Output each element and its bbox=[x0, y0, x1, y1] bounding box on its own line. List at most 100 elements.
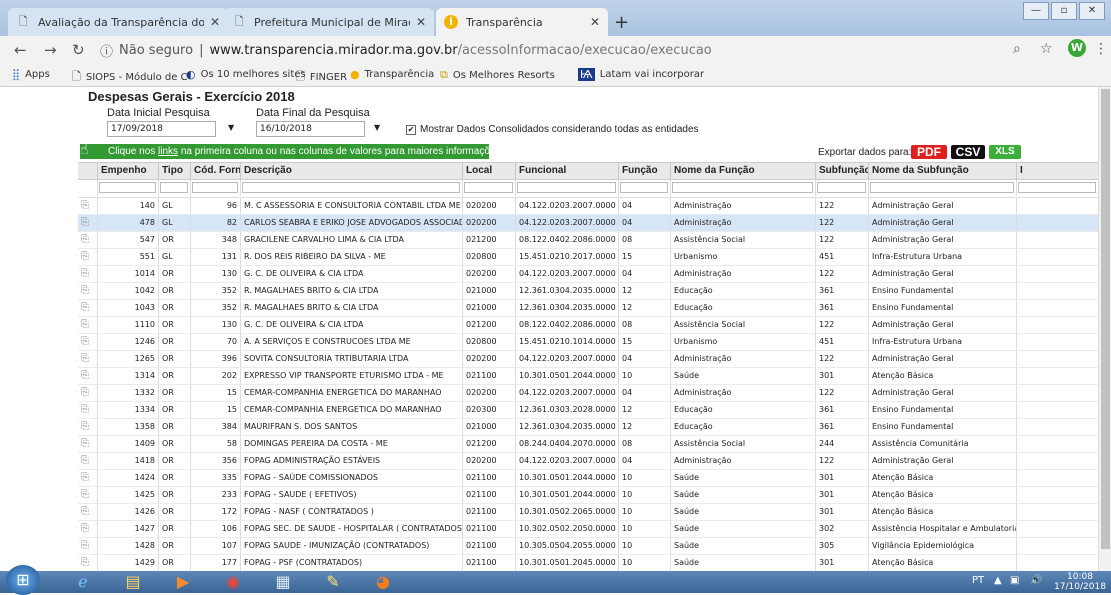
bookmark-siops[interactable]: 🗋 SIOPS - Módulo de C bbox=[72, 68, 188, 87]
document-link-icon[interactable]: ⎘ bbox=[78, 283, 98, 299]
cell-empenho[interactable]: 1426 bbox=[98, 504, 159, 520]
bookmark-resorts[interactable]: ⧉ Os Melhores Resorts bbox=[440, 68, 555, 82]
new-tab-button[interactable]: + bbox=[614, 12, 629, 33]
scrollbar-thumb[interactable] bbox=[1101, 89, 1110, 549]
filter-next[interactable] bbox=[1018, 182, 1096, 193]
cell-empenho[interactable]: 1014 bbox=[98, 266, 159, 282]
table-row[interactable]: ⎘ 1042 OR 352 R. MAGALHAES BRITO & CIA LTDA 0… bbox=[78, 283, 1098, 300]
start-date-field[interactable]: 17/09/2018 bbox=[107, 121, 216, 137]
vertical-scrollbar[interactable] bbox=[1098, 87, 1111, 571]
document-link-icon[interactable]: ⎘ bbox=[78, 538, 98, 554]
export-xls-button[interactable]: XLS bbox=[989, 145, 1021, 159]
document-link-icon[interactable]: ⎘ bbox=[78, 504, 98, 520]
bookmark-finger[interactable]: 🗋 FINGER bbox=[296, 68, 347, 87]
close-window-button[interactable]: ✕ bbox=[1079, 2, 1105, 20]
filter-subfuncao[interactable] bbox=[817, 182, 866, 193]
document-link-icon[interactable]: ⎘ bbox=[78, 419, 98, 435]
filter-funcional[interactable] bbox=[517, 182, 616, 193]
cell-empenho[interactable]: 1425 bbox=[98, 487, 159, 503]
cell-empenho[interactable]: 1334 bbox=[98, 402, 159, 418]
tab-prefeitura[interactable]: 🗋 Prefeitura Municipal de Mirador ✕ bbox=[224, 8, 434, 36]
filter-descricao[interactable] bbox=[242, 182, 460, 193]
filter-tipo[interactable] bbox=[160, 182, 188, 193]
document-link-icon[interactable]: ⎘ bbox=[78, 198, 98, 214]
cell-empenho[interactable]: 1424 bbox=[98, 470, 159, 486]
document-link-icon[interactable]: ⎘ bbox=[78, 453, 98, 469]
document-link-icon[interactable]: ⎘ bbox=[78, 300, 98, 316]
media-player-icon[interactable]: ▶ bbox=[158, 571, 208, 593]
table-row[interactable]: ⎘ 140 GL 96 M. C ASSESSORIA E CONSULTORIA CO… bbox=[78, 198, 1098, 215]
reload-icon[interactable]: ↻ bbox=[72, 41, 85, 59]
end-date-field[interactable]: 16/10/2018 bbox=[256, 121, 365, 137]
close-icon[interactable]: ✕ bbox=[416, 15, 426, 29]
document-link-icon[interactable]: ⎘ bbox=[78, 436, 98, 452]
cell-empenho[interactable]: 551 bbox=[98, 249, 159, 265]
table-row[interactable]: ⎘ 1418 OR 356 FOPAG ADMINISTRAÇÃO ESTÁVEIS 02… bbox=[78, 453, 1098, 470]
table-row[interactable]: ⎘ 1246 OR 70 A. A SERVIÇOS E CONSTRUCOES LTD… bbox=[78, 334, 1098, 351]
export-csv-button[interactable]: CSV bbox=[951, 145, 985, 159]
table-row[interactable]: ⎘ 1429 OR 177 FOPAG - PSF (CONTRATADOS) 02110… bbox=[78, 555, 1098, 571]
header-subfuncao[interactable]: Subfunção bbox=[816, 163, 869, 179]
filter-cod-forn[interactable] bbox=[192, 182, 238, 193]
cell-empenho[interactable]: 1418 bbox=[98, 453, 159, 469]
profile-avatar[interactable]: W bbox=[1068, 39, 1086, 57]
table-row[interactable]: ⎘ 1425 OR 233 FOPAG - SAUDE ( EFETIVOS) 02110… bbox=[78, 487, 1098, 504]
export-pdf-button[interactable]: PDF bbox=[911, 145, 947, 159]
file-explorer-icon[interactable]: ▤ bbox=[108, 571, 158, 593]
network-icon[interactable]: ▣ bbox=[1010, 575, 1019, 586]
header-cod-forn[interactable]: Cód. Forn. bbox=[191, 163, 241, 179]
calculator-icon[interactable]: ▦ bbox=[258, 571, 308, 593]
table-row[interactable]: ⎘ 1265 OR 396 SOVITA CONSULTORIA TRTIBUTARIA… bbox=[78, 351, 1098, 368]
bookmark-transparencia[interactable]: ● Transparência bbox=[350, 68, 434, 81]
table-row[interactable]: ⎘ 1428 OR 107 FOPAG SAUDE - IMUNIZAÇÃO (CONT… bbox=[78, 538, 1098, 555]
filter-funcao[interactable] bbox=[620, 182, 668, 193]
tray-arrow-icon[interactable]: ▲ bbox=[994, 575, 1002, 586]
internet-explorer-icon[interactable]: ℯ bbox=[58, 571, 108, 593]
table-row[interactable]: ⎘ 1334 OR 15 CEMAR-COMPANHIA ENERGETICA DO M… bbox=[78, 402, 1098, 419]
header-funcional[interactable]: Funcional bbox=[516, 163, 619, 179]
header-next[interactable]: I bbox=[1017, 163, 1098, 179]
volume-icon[interactable]: 🔊 bbox=[1030, 575, 1042, 586]
header-tipo[interactable]: Tipo bbox=[159, 163, 191, 179]
cell-empenho[interactable]: 140 bbox=[98, 198, 159, 214]
info-link[interactable]: links bbox=[158, 146, 178, 157]
chrome-icon[interactable]: ◉ bbox=[208, 571, 258, 593]
table-row[interactable]: ⎘ 1314 OR 202 EXPRESSO VIP TRANSPORTE ETURIS… bbox=[78, 368, 1098, 385]
table-row[interactable]: ⎘ 478 GL 82 CARLOS SEABRA E ERIKO JOSE ADVOG… bbox=[78, 215, 1098, 232]
document-link-icon[interactable]: ⎘ bbox=[78, 521, 98, 537]
table-row[interactable]: ⎘ 1014 OR 130 G. C. DE OLIVEIRA & CIA LTDA 02… bbox=[78, 266, 1098, 283]
clock[interactable]: 10:08 17/10/2018 bbox=[1052, 572, 1108, 592]
chevron-down-icon[interactable]: ▼ bbox=[374, 123, 380, 132]
document-link-icon[interactable]: ⎘ bbox=[78, 232, 98, 248]
checkbox[interactable]: ✔ bbox=[406, 124, 416, 135]
cell-empenho[interactable]: 1332 bbox=[98, 385, 159, 401]
maximize-button[interactable]: ▫ bbox=[1051, 2, 1077, 20]
table-row[interactable]: ⎘ 1110 OR 130 G. C. DE OLIVEIRA & CIA LTDA 02… bbox=[78, 317, 1098, 334]
forward-icon[interactable]: → bbox=[44, 41, 57, 59]
start-button[interactable]: ⊞ bbox=[6, 565, 40, 595]
cell-empenho[interactable]: 1429 bbox=[98, 555, 159, 571]
filter-nome-funcao[interactable] bbox=[672, 182, 813, 193]
cell-empenho[interactable]: 1358 bbox=[98, 419, 159, 435]
consolidated-checkbox-row[interactable]: ✔ Mostrar Dados Consolidados considerand… bbox=[406, 124, 699, 135]
info-circle-icon[interactable]: ⓘ bbox=[100, 41, 113, 60]
bookmark-melhores-sites[interactable]: ◐ Os 10 melhores sites bbox=[186, 68, 306, 81]
document-link-icon[interactable]: ⎘ bbox=[78, 487, 98, 503]
url-field[interactable]: ⓘ Não seguro | www.transparencia.mirador… bbox=[100, 39, 1040, 61]
cell-empenho[interactable]: 1428 bbox=[98, 538, 159, 554]
language-indicator[interactable]: PT bbox=[972, 575, 984, 586]
cell-empenho[interactable]: 1043 bbox=[98, 300, 159, 316]
table-row[interactable]: ⎘ 1043 OR 352 R. MAGALHAES BRITO & CIA LTDA 0… bbox=[78, 300, 1098, 317]
table-row[interactable]: ⎘ 1427 OR 106 FOPAG SEC. DE SAUDE - HOSPITAL… bbox=[78, 521, 1098, 538]
cell-empenho[interactable]: 1427 bbox=[98, 521, 159, 537]
header-empenho[interactable]: Empenho bbox=[98, 163, 159, 179]
bookmark-latam[interactable]: Ѩ Latam vai incorporar bbox=[578, 68, 704, 81]
table-row[interactable]: ⎘ 1409 OR 58 DOMINGAS PEREIRA DA COSTA - ME 0… bbox=[78, 436, 1098, 453]
cell-empenho[interactable]: 1110 bbox=[98, 317, 159, 333]
zoom-icon[interactable]: ⌕ bbox=[1013, 41, 1021, 57]
menu-icon[interactable]: ⋮ bbox=[1094, 41, 1108, 57]
back-icon[interactable]: ← bbox=[14, 41, 27, 59]
document-link-icon[interactable]: ⎘ bbox=[78, 470, 98, 486]
document-link-icon[interactable]: ⎘ bbox=[78, 266, 98, 282]
document-link-icon[interactable]: ⎘ bbox=[78, 249, 98, 265]
